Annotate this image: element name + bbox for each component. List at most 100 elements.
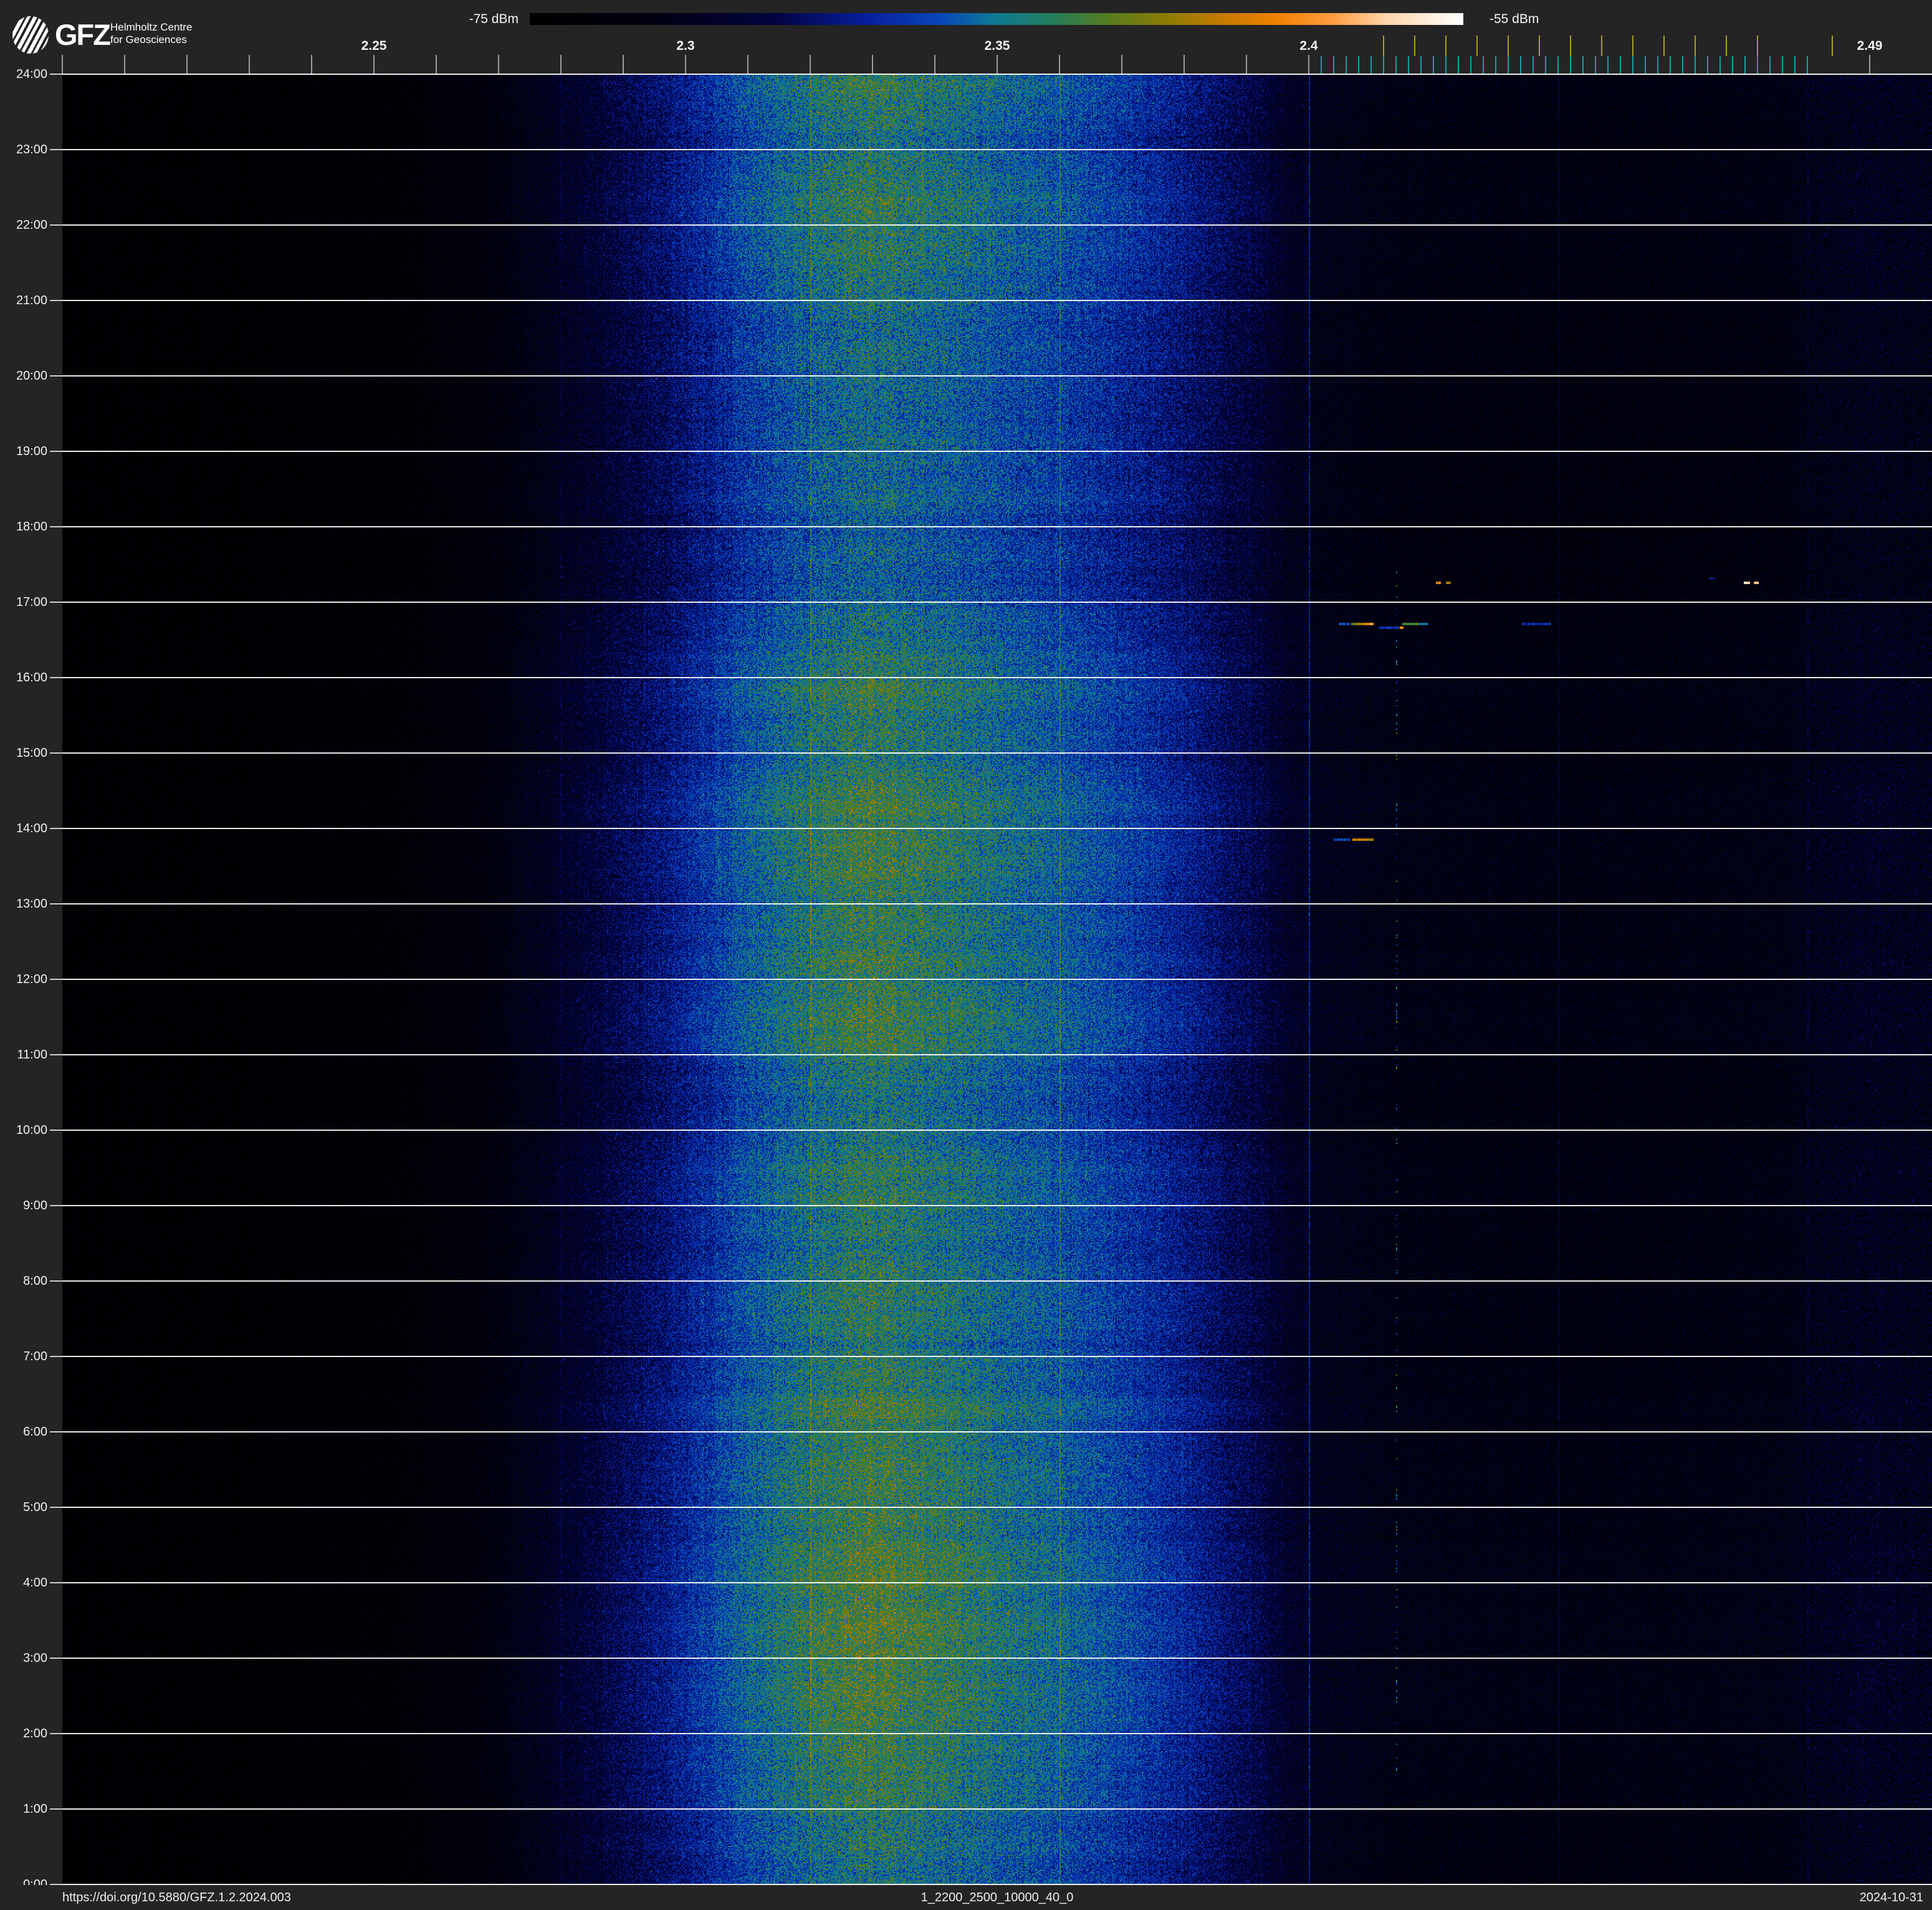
hour-label: 1:00 (23, 1802, 47, 1816)
hour-label: 17:00 (16, 595, 47, 609)
hour-gridline (62, 903, 1932, 905)
ble-channel-tick (1495, 56, 1496, 74)
hour-gridline (62, 1054, 1932, 1055)
ble-channel-tick (1358, 56, 1359, 74)
hour-label: 21:00 (16, 294, 47, 307)
ble-channel-tick (1508, 56, 1509, 74)
ble-channel-tick (1346, 56, 1347, 74)
wifi-channel-tick (1663, 36, 1665, 56)
hour-tick (50, 602, 62, 603)
hour-gridline (62, 1356, 1932, 1357)
freq-tick-label: 2.25 (361, 39, 387, 53)
ble-channel-tick (1732, 56, 1733, 74)
wifi-channel-tick (1832, 36, 1833, 56)
ble-channel-tick (1582, 56, 1584, 74)
hour-tick (50, 1205, 62, 1206)
hour-label: 16:00 (16, 671, 47, 684)
hour-tick (50, 451, 62, 452)
freq-minor-tick (124, 55, 125, 74)
ble-channel-tick (1620, 56, 1621, 74)
freq-minor-tick (997, 55, 998, 74)
hour-gridline (62, 1733, 1932, 1734)
hour-gridline (62, 375, 1932, 377)
footer: https://doi.org/10.5880/GFZ.1.2.2024.003… (0, 1885, 1932, 1910)
hour-gridline (62, 677, 1932, 678)
freq-minor-tick (1308, 55, 1309, 74)
ble-channel-tick (1719, 56, 1721, 74)
freq-minor-tick (747, 55, 748, 74)
freq-tick-label: 2.3 (676, 39, 695, 53)
hour-gridline (62, 828, 1932, 829)
hour-tick (50, 1431, 62, 1432)
hour-gridline (62, 300, 1932, 301)
ble-channel-tick (1695, 56, 1696, 74)
ble-channel-tick (1570, 56, 1571, 74)
freq-minor-tick (1059, 55, 1060, 74)
hour-tick (50, 828, 62, 829)
hour-gridline (62, 1280, 1932, 1282)
logo-subtitle-line1: Helmholtz Centre (110, 21, 193, 33)
hour-gridline (62, 74, 1932, 75)
freq-minor-tick (186, 55, 188, 74)
ble-channel-tick (1333, 56, 1334, 74)
ble-channel-tick (1420, 56, 1422, 74)
hour-gridline (62, 1205, 1932, 1206)
gfz-logo-icon (12, 16, 49, 54)
ble-channel-tick (1794, 56, 1796, 74)
ble-channel-tick (1607, 56, 1609, 74)
hour-gridline (62, 1658, 1932, 1659)
freq-minor-tick (436, 55, 437, 74)
hour-tick (50, 74, 62, 75)
wifi-channel-tick (1757, 36, 1758, 56)
hour-label: 5:00 (23, 1500, 47, 1514)
hour-label: 11:00 (17, 1048, 47, 1062)
hour-label: 6:00 (23, 1425, 47, 1439)
ble-channel-tick (1707, 56, 1708, 74)
hour-label: 23:00 (16, 143, 47, 156)
ble-channel-tick (1470, 56, 1471, 74)
hour-label: 12:00 (16, 972, 47, 986)
dataset-id-label: 1_2200_2500_10000_40_0 (921, 1891, 1074, 1904)
hour-gridline (62, 1808, 1932, 1810)
hour-gridline (62, 1431, 1932, 1432)
hour-gridline (62, 752, 1932, 754)
freq-minor-tick (934, 55, 935, 74)
freq-minor-tick (62, 55, 63, 74)
freq-minor-tick (810, 55, 811, 74)
hour-label: 14:00 (16, 822, 47, 835)
freq-minor-tick (1184, 55, 1185, 74)
freq-minor-tick (498, 55, 499, 74)
hour-gridline (62, 224, 1932, 226)
wifi-channel-tick (1414, 36, 1415, 56)
ble-channel-tick (1557, 56, 1559, 74)
ble-channel-tick (1670, 56, 1671, 74)
hour-gridline (62, 451, 1932, 452)
wifi-channel-tick (1726, 36, 1727, 56)
hour-tick (50, 677, 62, 678)
wifi-channel-tick (1508, 36, 1509, 56)
ble-channel-tick (1657, 56, 1658, 74)
freq-minor-tick (249, 55, 250, 74)
hour-gridline (62, 602, 1932, 603)
wifi-channel-tick (1476, 36, 1478, 56)
wifi-channel-tick (1601, 36, 1602, 56)
ble-channel-tick (1769, 56, 1771, 74)
hour-gridline (62, 979, 1932, 980)
hour-tick (50, 1054, 62, 1055)
wifi-channel-tick (1632, 36, 1633, 56)
hour-tick (50, 375, 62, 377)
hour-tick (50, 903, 62, 905)
ble-channel-tick (1483, 56, 1484, 74)
hour-label: 3:00 (23, 1651, 47, 1665)
logo-brand: GFZ (55, 18, 111, 51)
freq-tick-label: 2.35 (984, 39, 1010, 53)
ble-channel-tick (1408, 56, 1409, 74)
colorbar-min-label: -75 dBm (469, 12, 519, 26)
freq-minor-tick (373, 55, 375, 74)
hour-tick (50, 1733, 62, 1734)
hour-tick (50, 149, 62, 150)
ble-channel-tick (1682, 56, 1683, 74)
hour-label: 10:00 (16, 1123, 47, 1137)
hour-tick (50, 1356, 62, 1357)
hour-label: 8:00 (23, 1274, 47, 1288)
